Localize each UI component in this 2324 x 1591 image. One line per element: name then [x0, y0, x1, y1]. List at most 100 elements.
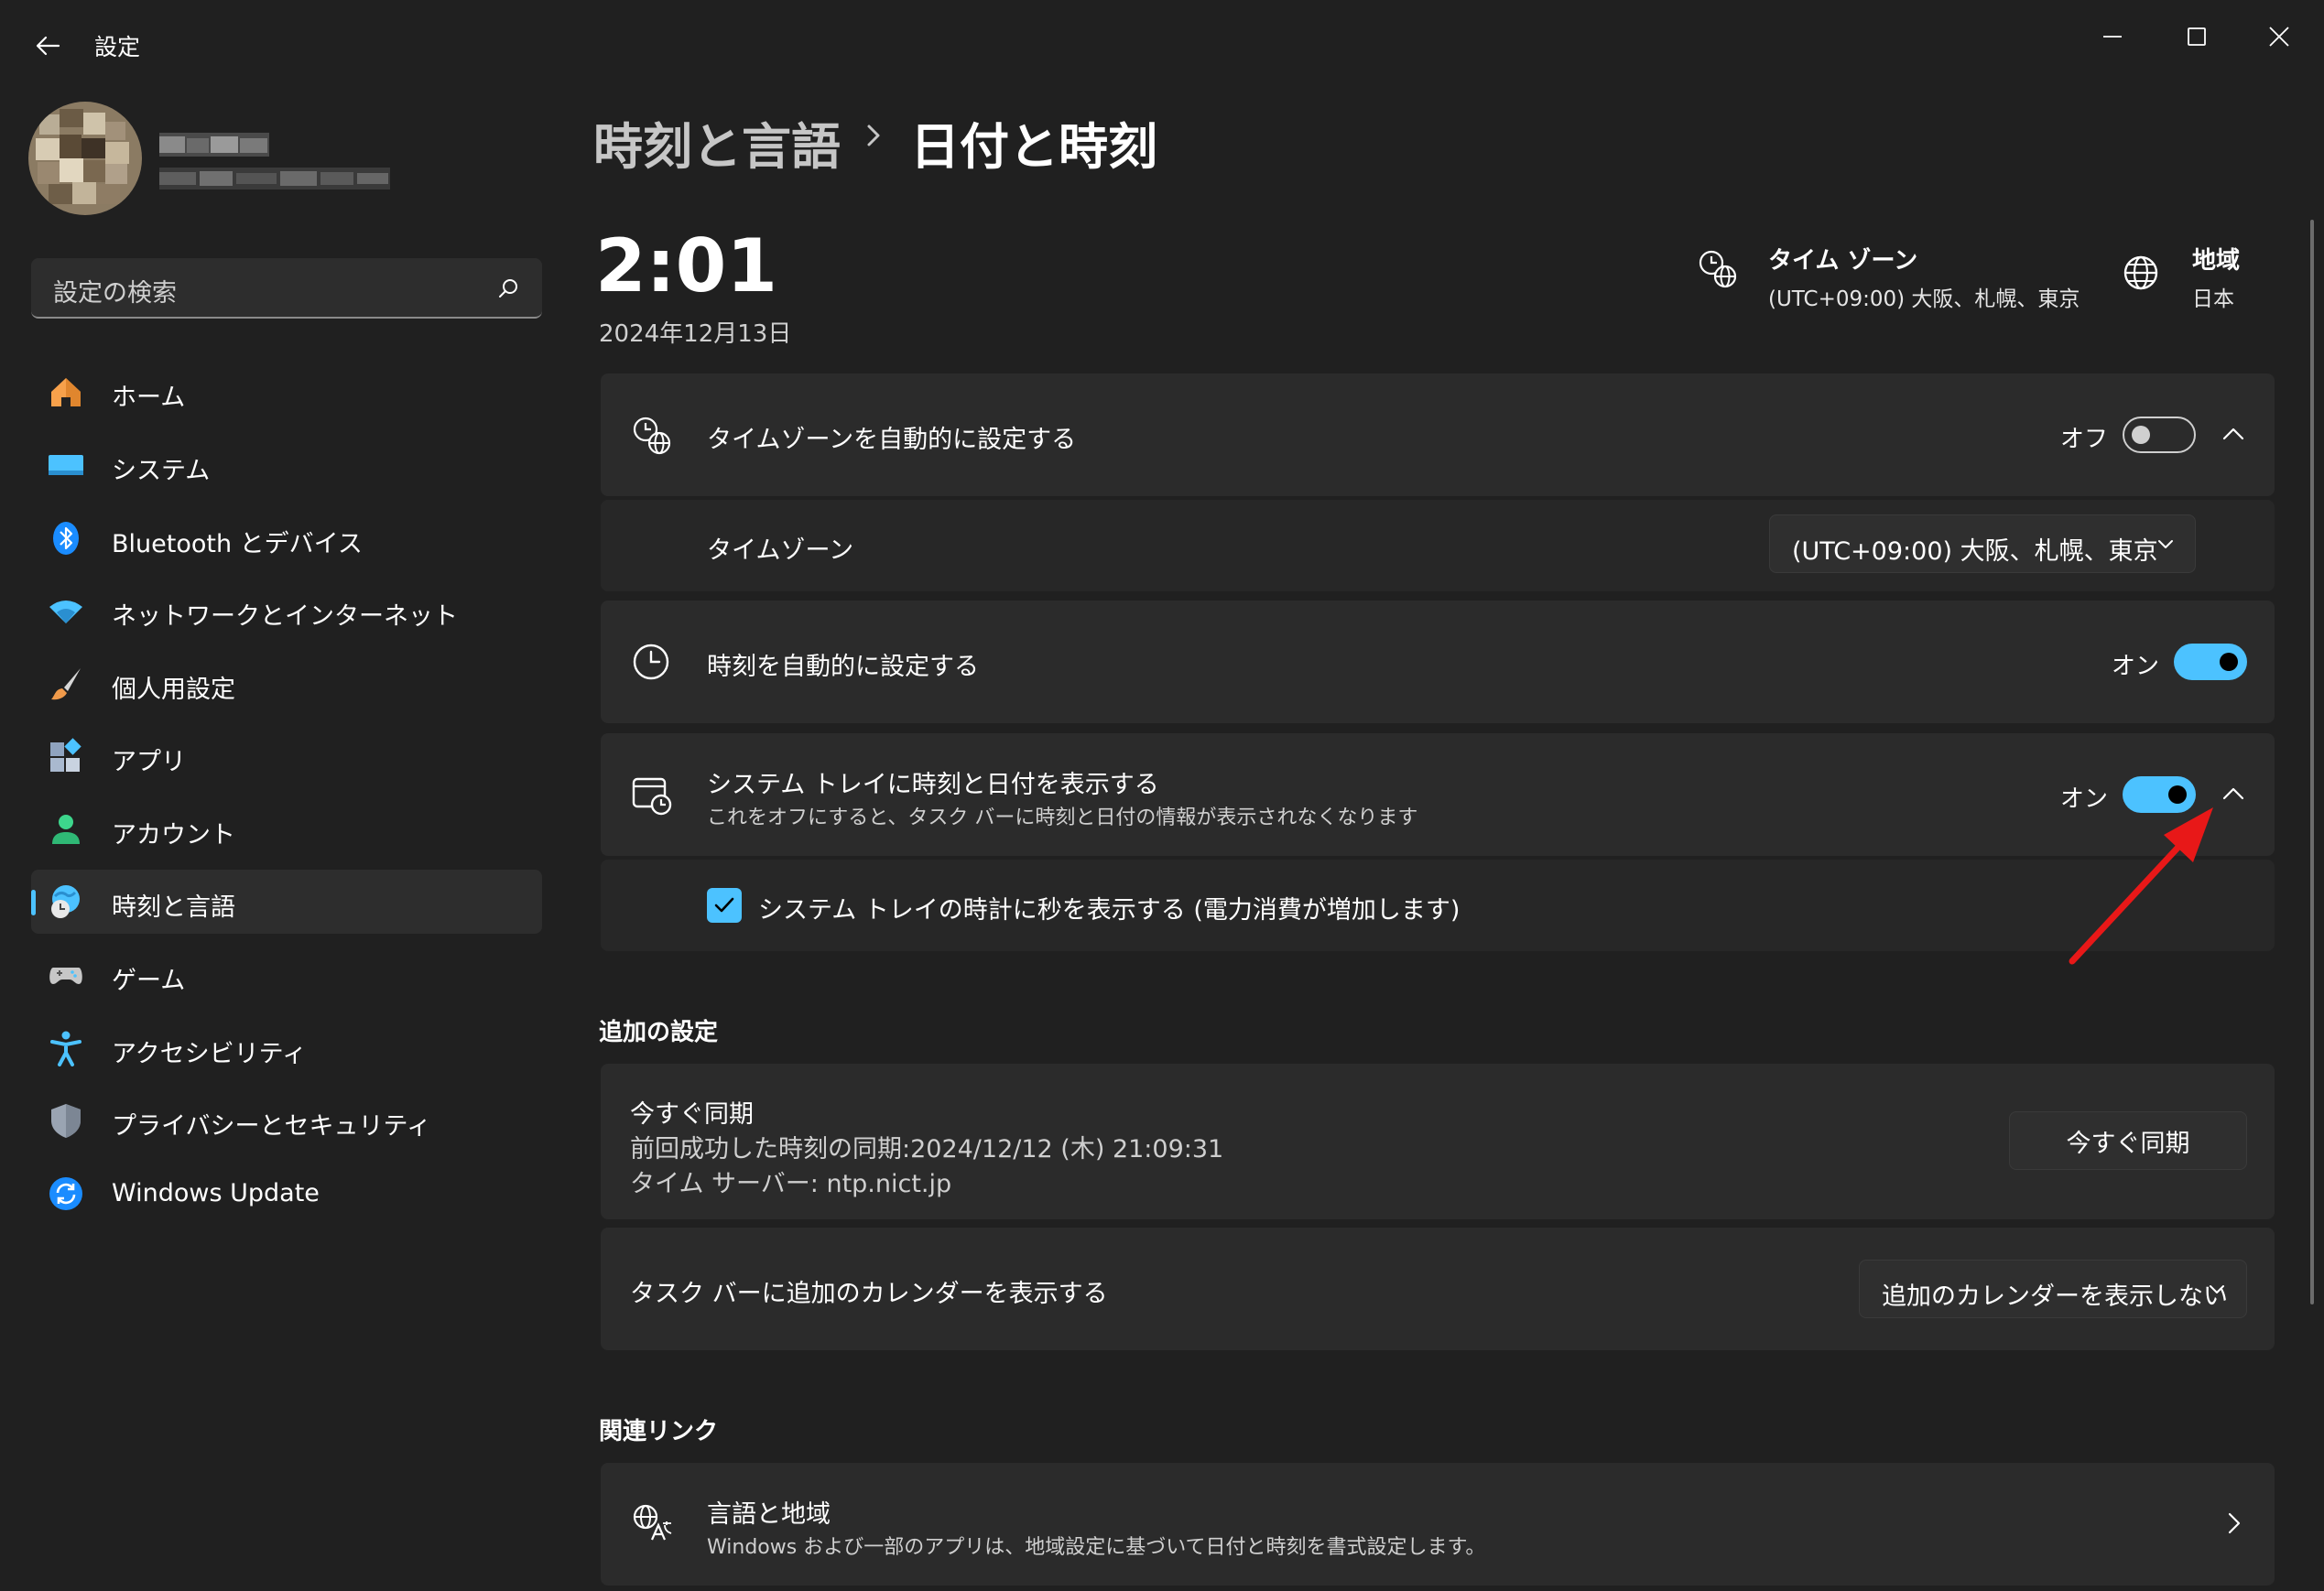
sidebar-item-label: 時刻と言語 [112, 893, 235, 922]
sidebar-item-accounts[interactable]: アカウント [31, 797, 542, 861]
sidebar-item-label: 個人用設定 [112, 676, 235, 704]
chevron-right-icon [864, 119, 885, 152]
arrow-left-icon [36, 36, 60, 56]
sidebar-item-privacy[interactable]: プライバシーとセキュリティ [31, 1088, 542, 1153]
auto-timezone-card[interactable]: タイムゾーンを自動的に設定する オフ [601, 373, 2275, 496]
accessibility-icon [48, 1030, 84, 1066]
chevron-down-icon [2156, 537, 2175, 550]
timezone-card: タイムゾーン (UTC+09:00) 大阪、札幌、東京 [601, 500, 2275, 591]
minimize-button[interactable] [2071, 9, 2154, 64]
tray-clock-description: これをオフにすると、タスク バーに時刻と日付の情報が表示されなくなります [707, 806, 1418, 829]
region-summary-title: 地域 [2192, 247, 2241, 275]
sidebar-item-label: プライバシーとセキュリティ [112, 1112, 431, 1141]
checkmark-icon [714, 897, 734, 913]
sync-server: タイム サーバー: ntp.nict.jp [630, 1170, 952, 1198]
monitor-icon [48, 447, 84, 483]
home-icon [48, 373, 84, 410]
back-button[interactable] [26, 24, 70, 68]
sidebar-item-label: アクセシビリティ [112, 1040, 308, 1068]
sidebar-item-label: ネットワークとインターネット [112, 602, 458, 631]
timezone-summary-value: (UTC+09:00) 大阪、札幌、東京 [1768, 287, 2080, 311]
wifi-icon [48, 592, 84, 629]
title-bar [0, 0, 2324, 92]
sidebar-item-gaming[interactable]: ゲーム [31, 943, 542, 1007]
selection-indicator [31, 890, 36, 915]
calendar-card: タスク バーに追加のカレンダーを表示する 追加のカレンダーを表示しない [601, 1228, 2275, 1350]
sidebar-item-label: Windows Update [112, 1179, 320, 1207]
globe-icon [2123, 254, 2159, 291]
auto-timezone-toggle[interactable] [2123, 417, 2196, 453]
calendar-label: タスク バーに追加のカレンダーを表示する [630, 1280, 1108, 1308]
current-time: 2:01 [595, 223, 777, 308]
sync-last-time: 前回成功した時刻の同期:2024/12/12 (木) 21:09:31 [630, 1135, 1224, 1163]
user-name-redacted [159, 133, 269, 157]
sidebar-item-system[interactable]: システム [31, 433, 542, 497]
additional-settings-heading: 追加の設定 [599, 1019, 719, 1046]
sidebar-item-label: Bluetooth とデバイス [112, 530, 363, 558]
sidebar-item-time-language[interactable]: 時刻と言語 [31, 870, 542, 934]
maximize-button[interactable] [2156, 9, 2238, 64]
auto-time-toggle[interactable] [2174, 644, 2247, 680]
scrollbar[interactable] [2310, 220, 2314, 1304]
sidebar-item-personalization[interactable]: 個人用設定 [31, 652, 542, 716]
time-language-icon [48, 883, 84, 920]
language-region-description: Windows および一部のアプリは、地域設定に基づいて日付と時刻を書式設定しま… [707, 1536, 1486, 1559]
clock-icon [632, 643, 670, 681]
sidebar-item-network[interactable]: ネットワークとインターネット [31, 579, 542, 643]
language-region-link[interactable]: 言語と地域 Windows および一部のアプリは、地域設定に基づいて日付と時刻を… [601, 1463, 2275, 1586]
maximize-icon [2188, 27, 2206, 46]
taskbar-clock-icon [632, 775, 672, 816]
sidebar-item-accessibility[interactable]: アクセシビリティ [31, 1016, 542, 1080]
close-icon [2269, 27, 2289, 47]
shield-icon [48, 1102, 84, 1139]
gamepad-icon [48, 957, 84, 993]
settings-search-box[interactable]: 設定の検索 [31, 258, 542, 319]
chevron-up-icon[interactable] [2221, 427, 2245, 441]
chevron-down-icon [2208, 1283, 2226, 1295]
sync-title: 今すぐ同期 [630, 1100, 754, 1129]
sidebar-item-bluetooth[interactable]: Bluetooth とデバイス [31, 506, 542, 570]
sidebar-item-windows-update[interactable]: Windows Update [31, 1162, 542, 1226]
sidebar-item-home[interactable]: ホーム [31, 360, 542, 424]
tray-clock-card[interactable]: システム トレイに時刻と日付を表示する これをオフにすると、タスク バーに時刻と… [601, 733, 2275, 856]
sync-now-button[interactable]: 今すぐ同期 [2009, 1111, 2247, 1170]
update-icon [48, 1175, 84, 1212]
timezone-globe-icon [1698, 249, 1738, 289]
sync-card: 今すぐ同期 前回成功した時刻の同期:2024/12/12 (木) 21:09:3… [601, 1064, 2275, 1219]
sidebar-item-label: アカウント [112, 821, 235, 850]
auto-time-label: 時刻を自動的に設定する [707, 653, 979, 681]
timezone-dropdown-value: (UTC+09:00) 大阪、札幌、東京 [1792, 537, 2158, 566]
avatar[interactable] [28, 102, 142, 215]
brush-icon [48, 666, 84, 702]
search-input[interactable]: 設定の検索 [53, 273, 177, 308]
language-icon [632, 1503, 672, 1543]
apps-icon [48, 738, 84, 774]
chevron-right-icon [2227, 1510, 2242, 1536]
calendar-dropdown[interactable]: 追加のカレンダーを表示しない [1859, 1260, 2247, 1318]
tray-seconds-checkbox[interactable] [707, 888, 742, 923]
breadcrumb-parent[interactable]: 時刻と言語 [593, 106, 841, 179]
page-title: 日付と時刻 [910, 118, 1157, 176]
sidebar-item-label: ゲーム [112, 967, 186, 995]
minimize-icon [2103, 36, 2122, 38]
timezone-dropdown[interactable]: (UTC+09:00) 大阪、札幌、東京 [1769, 514, 2196, 573]
tray-seconds-card: システム トレイの時計に秒を表示する (電力消費が増加します) [601, 860, 2275, 951]
account-icon [48, 811, 84, 848]
tray-clock-label: システム トレイに時刻と日付を表示する [707, 771, 1159, 799]
app-title: 設定 [94, 34, 141, 60]
timezone-label: タイムゾーン [707, 536, 854, 565]
sidebar-item-label: ホーム [112, 384, 186, 412]
sidebar-item-apps[interactable]: アプリ [31, 724, 542, 788]
tray-seconds-label: システム トレイの時計に秒を表示する (電力消費が増加します) [758, 896, 1461, 925]
auto-time-card[interactable]: 時刻を自動的に設定する オン [601, 601, 2275, 723]
language-region-title: 言語と地域 [707, 1500, 831, 1529]
close-button[interactable] [2238, 9, 2320, 64]
current-date: 2024年12月13日 [599, 320, 792, 348]
search-icon[interactable] [498, 277, 520, 299]
sidebar-item-label: システム [112, 457, 211, 485]
calendar-dropdown-value: 追加のカレンダーを表示しない [1882, 1283, 2228, 1311]
annotation-arrow [2065, 795, 2230, 969]
user-email-redacted [159, 168, 390, 189]
timezone-summary-title: タイム ゾーン [1768, 247, 1918, 275]
auto-timezone-label: タイムゾーンを自動的に設定する [707, 426, 1077, 454]
